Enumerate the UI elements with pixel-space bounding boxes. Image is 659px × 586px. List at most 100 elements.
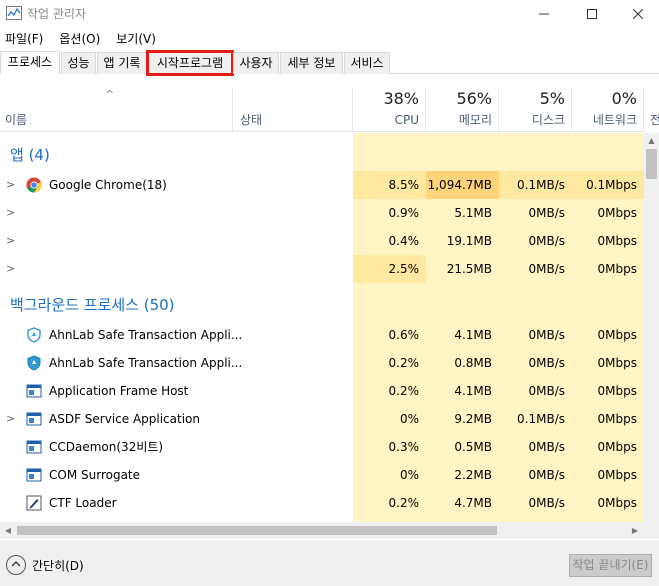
disk-cell: 0MB/s xyxy=(499,433,572,461)
cpu-cell: 0.4% xyxy=(353,227,426,255)
disk-cell: 0MB/s xyxy=(499,461,572,489)
fewer-details-link[interactable]: 간단히(D) xyxy=(32,557,84,574)
column-status[interactable]: 상태 xyxy=(240,111,262,128)
app-window-icon xyxy=(26,412,42,426)
maximize-button[interactable] xyxy=(569,0,615,28)
ctf-pen-icon xyxy=(26,495,42,511)
expand-chevron-icon[interactable]: > xyxy=(6,405,15,433)
table-row[interactable]: AhnLab Safe Transaction Appli... 0.6% 4.… xyxy=(0,321,644,349)
table-row[interactable]: COM Surrogate 0% 2.2MB 0MB/s 0Mbps xyxy=(0,461,644,489)
heat-cell xyxy=(353,283,426,321)
disk-label: 디스크 xyxy=(531,113,565,127)
tab-services[interactable]: 서비스 xyxy=(344,52,390,74)
memory-cell: 4.1MB xyxy=(426,377,499,405)
table-row[interactable]: AhnLab Safe Transaction Appli... 0.2% 0.… xyxy=(0,349,644,377)
network-cell: 0Mbps xyxy=(572,461,644,489)
group-header-apps[interactable]: 앱 (4) xyxy=(0,133,644,171)
scroll-left-icon[interactable]: ◀ xyxy=(0,522,16,539)
table-row[interactable]: > 2.5% 21.5MB 0MB/s 0Mbps xyxy=(0,255,644,283)
heat-cell xyxy=(426,283,499,321)
table-row[interactable]: > Google Chrome(18) 8.5% 1,094.7MB 0.1MB… xyxy=(0,171,644,199)
disk-cell: 0.1MB/s xyxy=(499,171,572,199)
horizontal-scrollbar[interactable]: ◀ ▶ xyxy=(0,522,659,539)
table-row[interactable]: CTF Loader 0.2% 4.7MB 0MB/s 0Mbps xyxy=(0,489,644,517)
footer-bar: 간단히(D) 작업 끝내기(E) xyxy=(0,540,659,586)
process-name: Application Frame Host xyxy=(49,384,189,398)
network-cell: 0Mbps xyxy=(572,321,644,349)
menu-file[interactable]: 파일(F) xyxy=(0,29,49,49)
minimize-icon xyxy=(539,13,549,15)
tab-startup[interactable]: 시작프로그램 xyxy=(146,50,234,76)
cpu-cell: 0.9% xyxy=(353,199,426,227)
cpu-cell: 0.3% xyxy=(353,433,426,461)
tab-app-history[interactable]: 앱 기록 xyxy=(97,52,147,74)
group-header-background[interactable]: 백그라운드 프로세스 (50) xyxy=(0,283,644,321)
column-disk[interactable]: 5% 디스크 xyxy=(499,88,572,132)
tab-details[interactable]: 세부 정보 xyxy=(280,52,343,74)
memory-cell: 2.2MB xyxy=(426,461,499,489)
tab-strip: 프로세스 성능 앱 기록 시작프로그램 사용자 세부 정보 서비스 xyxy=(0,50,659,76)
ahnlab-shield-icon xyxy=(27,327,41,343)
column-power-clipped[interactable]: 전 xyxy=(650,111,659,128)
cpu-cell: 0.2% xyxy=(353,489,426,517)
app-window-icon xyxy=(26,468,42,482)
process-list: 앱 (4) > Google Chrome(18) 8.5% 1,094.7MB… xyxy=(0,133,644,522)
heat-cell xyxy=(499,133,572,171)
heat-cell xyxy=(353,133,426,171)
table-row[interactable]: CCDaemon(32비트) 0.3% 0.5MB 0MB/s 0Mbps xyxy=(0,433,644,461)
table-row[interactable]: > 0.4% 19.1MB 0MB/s 0Mbps xyxy=(0,227,644,255)
cpu-total-percent: 38% xyxy=(383,89,419,108)
column-header: ^ 이름 상태 38% CPU 56% 메모리 5% 디스크 0% 네트워크 전 xyxy=(0,88,659,132)
table-row[interactable]: Application Frame Host 0.2% 4.1MB 0MB/s … xyxy=(0,377,644,405)
column-divider[interactable] xyxy=(643,88,644,132)
collapse-chevron-icon[interactable] xyxy=(6,555,26,575)
menu-view[interactable]: 보기(V) xyxy=(111,29,162,49)
menu-options[interactable]: 옵션(O) xyxy=(54,29,106,49)
minimize-button[interactable] xyxy=(521,0,567,28)
scroll-right-icon[interactable]: ▶ xyxy=(627,522,643,539)
column-memory[interactable]: 56% 메모리 xyxy=(426,88,499,132)
expand-chevron-icon[interactable]: > xyxy=(6,199,15,227)
disk-cell: 0.1MB/s xyxy=(499,405,572,433)
tab-performance[interactable]: 성능 xyxy=(61,52,96,74)
memory-cell: 1,094.7MB xyxy=(426,171,499,199)
memory-cell: 21.5MB xyxy=(426,255,499,283)
close-button[interactable] xyxy=(615,0,659,28)
vertical-scrollbar[interactable]: ▲ xyxy=(644,133,659,522)
expand-chevron-icon[interactable]: > xyxy=(6,171,15,199)
table-row[interactable]: > 0.9% 5.1MB 0MB/s 0Mbps xyxy=(0,199,644,227)
tab-processes[interactable]: 프로세스 xyxy=(0,51,60,74)
heat-cell xyxy=(572,133,644,171)
memory-total-percent: 56% xyxy=(456,89,492,108)
network-cell: 0Mbps xyxy=(572,405,644,433)
column-name[interactable]: 이름 xyxy=(5,111,27,128)
column-network[interactable]: 0% 네트워크 xyxy=(572,88,644,132)
scroll-up-icon[interactable]: ▲ xyxy=(644,133,659,148)
column-divider[interactable] xyxy=(232,88,233,132)
memory-cell: 0.8MB xyxy=(426,349,499,377)
disk-cell: 0MB/s xyxy=(499,255,572,283)
column-cpu[interactable]: 38% CPU xyxy=(353,88,426,132)
title-bar: 작업 관리자 xyxy=(0,0,659,28)
menu-bar: 파일(F) 옵션(O) 보기(V) xyxy=(0,29,167,49)
cpu-cell: 0% xyxy=(353,461,426,489)
memory-cell: 4.7MB xyxy=(426,489,499,517)
disk-cell: 0MB/s xyxy=(499,199,572,227)
horizontal-scroll-thumb[interactable] xyxy=(17,526,497,535)
group-label-background: 백그라운드 프로세스 (50) xyxy=(10,296,175,314)
disk-cell: 0MB/s xyxy=(499,227,572,255)
expand-chevron-icon[interactable]: > xyxy=(6,255,15,283)
memory-cell: 9.2MB xyxy=(426,405,499,433)
expand-chevron-icon[interactable]: > xyxy=(6,227,15,255)
disk-cell: 0MB/s xyxy=(499,377,572,405)
network-cell: 0Mbps xyxy=(572,255,644,283)
vertical-scroll-thumb[interactable] xyxy=(646,149,657,179)
disk-cell: 0MB/s xyxy=(499,489,572,517)
table-row[interactable]: > ASDF Service Application 0% 9.2MB 0.1M… xyxy=(0,405,644,433)
cpu-cell: 8.5% xyxy=(353,171,426,199)
memory-cell: 5.1MB xyxy=(426,199,499,227)
end-task-button[interactable]: 작업 끝내기(E) xyxy=(569,554,652,577)
tab-users[interactable]: 사용자 xyxy=(233,52,279,74)
network-cell: 0Mbps xyxy=(572,349,644,377)
disk-total-percent: 5% xyxy=(539,89,565,108)
